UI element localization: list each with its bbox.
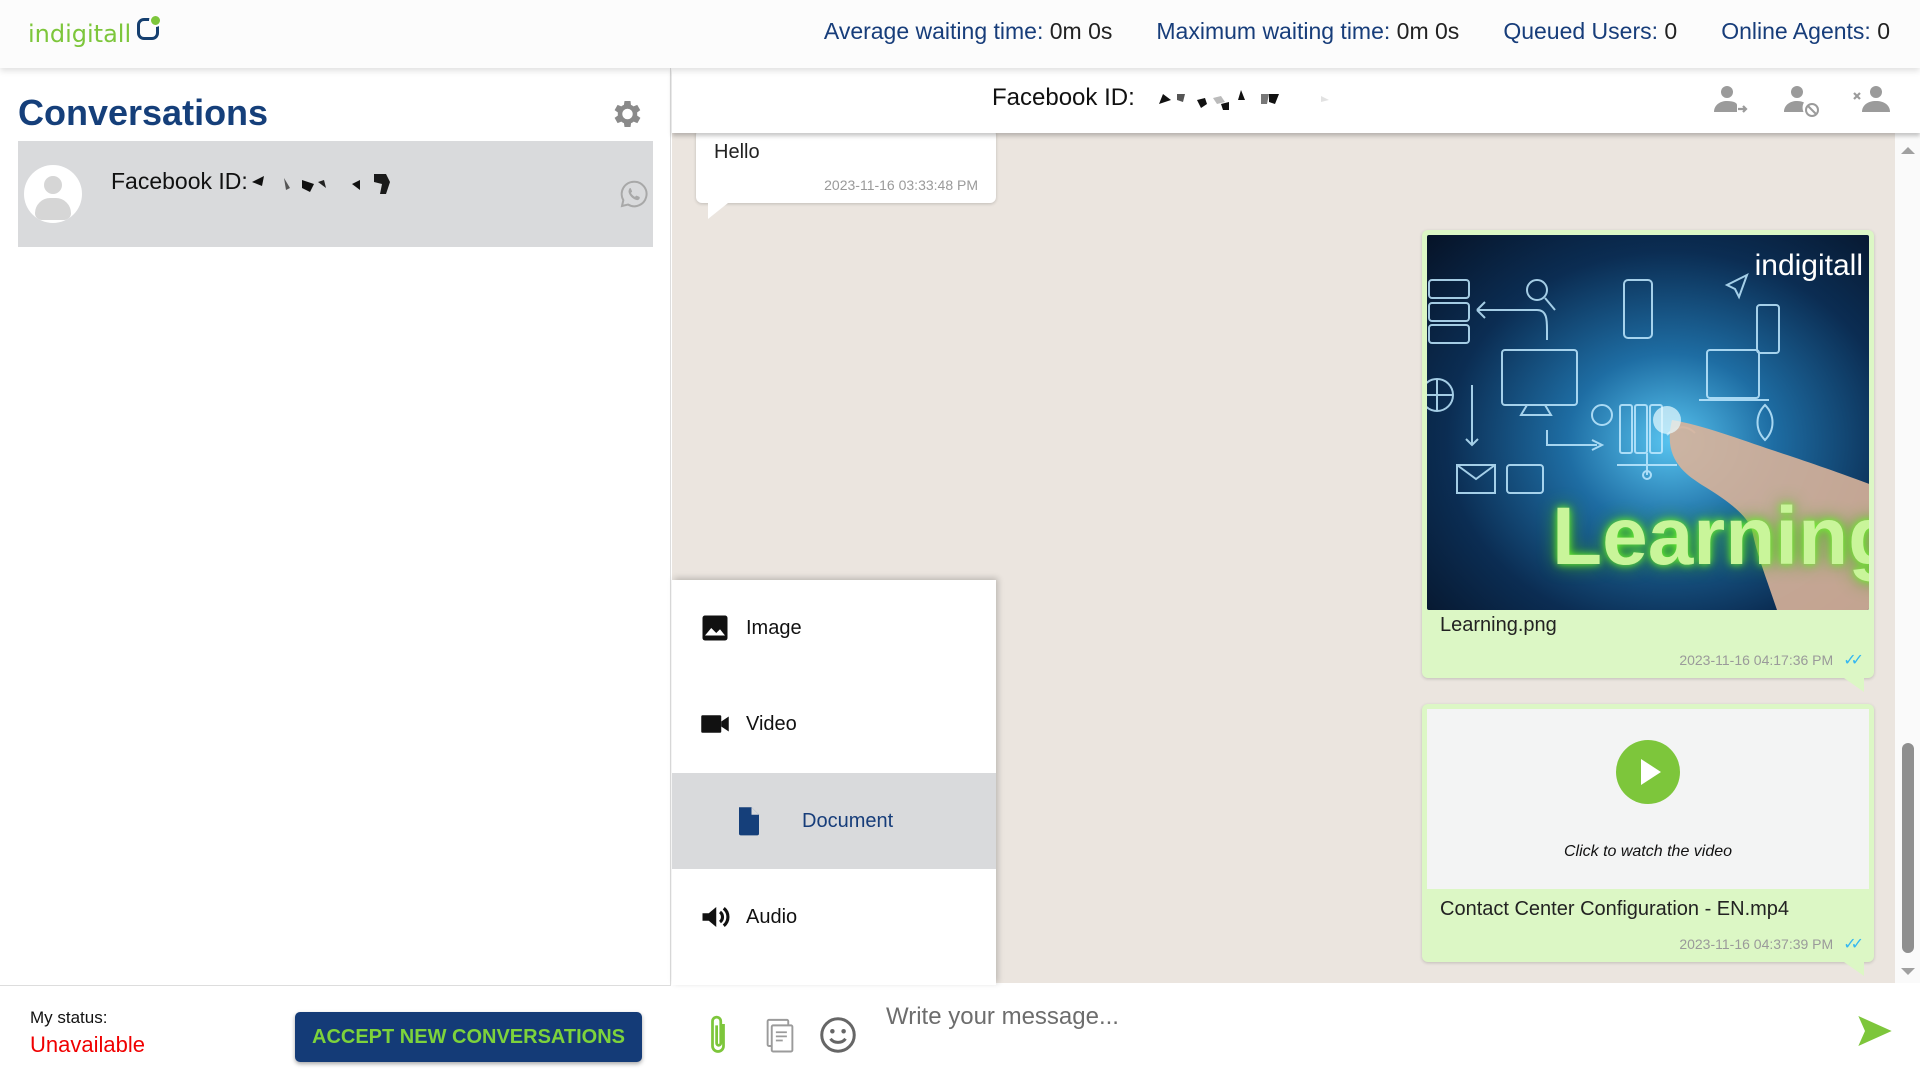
avatar-body [35,198,71,220]
stat-label: Online Agents: [1721,18,1871,44]
top-header: indigitall Average waiting time: 0m 0s M… [0,0,1920,68]
redacted-id [1159,89,1330,110]
redacted-id [251,173,390,194]
menu-item-label: Document [802,809,894,832]
brand-logo: indigitall [28,14,163,54]
status-value: Unavailable [30,1032,145,1057]
speaker-icon [702,907,730,927]
chat-title-label: Facebook ID: [992,84,1135,111]
bubble-tail [1844,962,1864,976]
attach-menu-item-audio[interactable]: Audio [672,869,996,965]
message-time: 2023-11-16 03:33:48 PM [824,177,978,193]
incoming-message: Hello 2023-11-16 03:33:48 PM [696,133,996,219]
read-receipt-icon: ✓✓ [1843,934,1864,953]
read-receipt-icon: ✓✓ [1843,650,1864,669]
stat-average-waiting-time: Average waiting time: 0m 0s [824,18,1113,45]
queue-stats: Average waiting time: 0m 0s Maximum wait… [824,18,1890,45]
scroll-up-arrow-icon[interactable] [1901,147,1915,154]
logo-text: indigitall [28,20,132,48]
templates-icon[interactable] [762,1013,798,1057]
bubble-tail [708,203,728,219]
conversation-list-item[interactable]: Facebook ID: [18,141,653,247]
conversation-name: Facebook ID: [111,168,428,195]
message-meta: 2023-11-16 04:37:39 PM ✓✓ [1679,934,1864,953]
menu-item-label: Audio [746,905,798,928]
avatar [24,165,82,223]
stat-online-agents: Online Agents: 0 [1721,18,1890,45]
attach-menu-item-document[interactable]: Document [672,773,996,869]
conversation-name-label: Facebook ID: [111,168,248,194]
chat-header: Facebook ID: [672,68,1920,133]
image-brand-text: indigitall [1754,249,1863,282]
attach-menu-item-image[interactable]: Image [672,580,996,676]
stat-value: 0m 0s [1396,18,1460,44]
message-text: Hello [714,141,760,163]
document-icon [739,807,759,836]
video-attachment-preview[interactable]: Click to watch the video [1427,709,1869,889]
stat-maximum-waiting-time: Maximum waiting time: 0m 0s [1156,18,1459,45]
accept-new-conversations-button[interactable]: ACCEPT NEW CONVERSATIONS [295,1012,642,1062]
stat-label: Queued Users: [1503,18,1659,44]
outgoing-video-message: Click to watch the video Contact Center … [1422,704,1874,976]
message-input[interactable] [886,997,1786,1037]
scroll-down-arrow-icon[interactable] [1901,968,1915,975]
stat-queued-users: Queued Users: 0 [1503,18,1677,45]
attach-menu-item-video[interactable]: Video [672,676,996,772]
stat-label: Average waiting time: [823,18,1044,44]
conversations-panel: Conversations Facebook ID: My status: Un… [0,68,671,1080]
attachment-filename: Learning.png [1440,614,1557,636]
message-composer [672,983,1920,1080]
avatar-head [44,176,62,194]
image-attachment-preview[interactable]: indigitall Learning [1427,235,1869,610]
scrollbar-thumb[interactable] [1902,743,1914,953]
chat-title: Facebook ID: [992,84,1357,112]
emoji-icon[interactable] [818,1013,858,1057]
attachment-menu: Image Video Document Audio [672,580,996,985]
menu-item-label: Video [746,712,797,735]
stat-value: 0 [1664,18,1678,44]
image-headline-text: Learning [1552,491,1869,582]
gear-icon[interactable] [608,96,644,132]
attachment-filename: Contact Center Configuration - EN.mp4 [1440,898,1790,920]
image-icon [702,615,728,641]
paperclip-icon[interactable] [700,1013,736,1057]
video-caption: Click to watch the video [1563,843,1733,860]
close-user-icon[interactable] [1852,84,1892,118]
menu-item-label: Image [746,616,802,639]
block-user-icon[interactable] [1782,84,1822,118]
bubble-tail [1844,678,1864,692]
message-time: 2023-11-16 04:37:39 PM [1679,935,1834,952]
panel-title: Conversations [18,92,269,133]
stat-value: 0m 0s [1049,18,1113,44]
stat-value: 0 [1877,18,1890,44]
send-icon[interactable] [1855,1011,1895,1051]
status-label: My status: [30,1008,108,1027]
transfer-user-icon[interactable] [1712,84,1752,118]
chat-header-actions [1712,84,1892,118]
video-camera-icon [701,715,729,733]
logo-mark-icon [137,14,163,40]
agent-status-footer: My status: Unavailable ACCEPT NEW CONVER… [0,985,671,1080]
stat-label: Maximum waiting time: [1156,18,1391,44]
message-time: 2023-11-16 04:17:36 PM [1679,651,1834,668]
chat-scrollbar[interactable] [1895,133,1920,983]
play-icon[interactable] [1616,740,1680,804]
message-meta: 2023-11-16 04:17:36 PM ✓✓ [1679,650,1864,669]
whatsapp-icon [620,180,648,208]
outgoing-image-message: indigitall Learning Learning.png 2023-11… [1422,230,1874,692]
